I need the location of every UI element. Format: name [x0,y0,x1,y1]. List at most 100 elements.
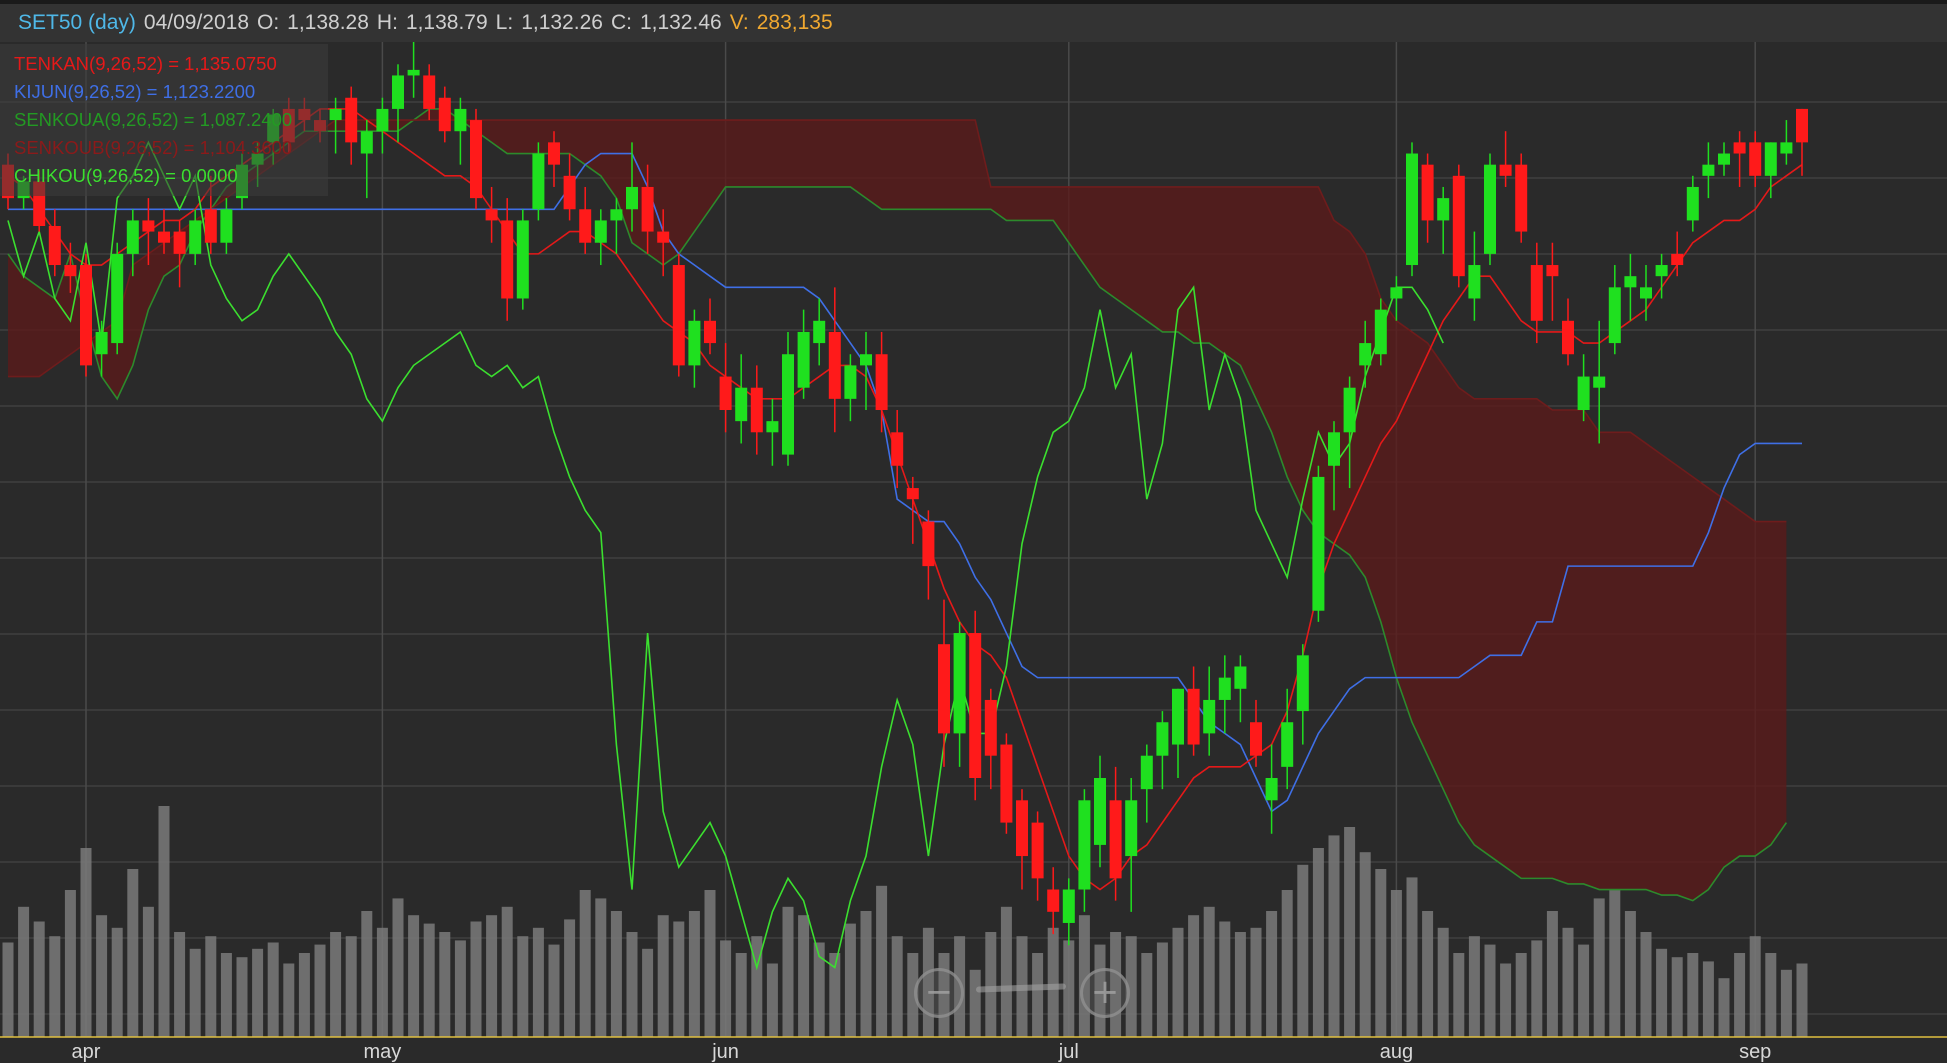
candle-body [1608,287,1621,344]
volume-bar [1515,953,1527,1037]
low-label: L: [495,11,514,34]
high-label: H: [376,11,398,34]
candle-body [1234,666,1247,689]
volume-bar [283,963,295,1037]
candle-body [516,220,529,299]
volume-bar [345,936,357,1037]
volume-bar [1453,953,1465,1037]
candle-body [204,209,217,243]
x-tick-label: aug [1380,1041,1413,1063]
candle-body [641,186,654,232]
volume-label: V: [729,11,749,34]
volume-bar [1328,835,1340,1037]
volume-bar [720,940,732,1037]
candle-body [719,376,732,410]
candle-body [1749,142,1762,176]
candle-body [1624,276,1637,288]
candle-body [454,108,467,132]
volume-bar [1718,978,1730,1037]
candle-body [1686,186,1699,221]
candle-body [1733,142,1746,154]
volume-bar [1531,940,1543,1037]
x-tick-label: may [364,1041,402,1063]
candle-body [1764,142,1777,176]
volume-bar [2,942,14,1037]
candle-body [953,633,966,734]
date-label: 04/09/2018 [143,11,249,34]
volume-bar [564,919,576,1037]
candle-body [1296,655,1309,712]
volume-bar [423,923,435,1037]
volume-bar [1562,927,1574,1037]
candle-body [969,633,982,778]
volume-bar [532,927,544,1037]
candle-body [875,354,888,410]
volume-bar [1780,969,1792,1037]
zoom-in-button[interactable]: + [1080,968,1130,1018]
volume-bar [844,923,856,1037]
candle-body [345,97,358,143]
candle-body [1780,142,1793,154]
candle-body [1187,688,1200,745]
volume-bar [1749,936,1761,1037]
volume-bar [860,911,872,1037]
candle-body [626,186,638,210]
candle-body [158,231,170,243]
x-tick-label: jun [711,1041,739,1063]
open-label: O: [257,11,280,34]
volume-bar [766,963,778,1037]
volume-bar [1546,911,1558,1037]
volume-bar [1468,936,1480,1037]
candle-body [579,209,592,243]
volume-bar [1032,953,1044,1037]
candle-body [126,220,139,254]
volume-bar [1203,906,1215,1037]
legend-tenkan: TENKAN(9,26,52) = 1,135.0750 [14,53,277,74]
candle-body [938,644,950,734]
volume-bar [1266,911,1278,1037]
candle-body [1374,309,1387,355]
candle-body [672,265,685,366]
volume-bar [985,932,997,1037]
candle-body [392,75,404,109]
legend-kijun: KIJUN(9,26,52) = 1,123.2200 [14,81,256,102]
volume-bar [174,932,186,1037]
candle-body [1437,198,1450,221]
volume-bar [1406,877,1418,1037]
candle-body [797,331,810,388]
candle-body [64,265,77,277]
volume-bar [1671,957,1683,1037]
volume-value: 283,135 [756,11,833,34]
volume-bar [158,806,170,1037]
volume-bar [142,906,154,1037]
candle-body [189,220,202,254]
volume-bar [236,957,248,1037]
chart-header: SET50 (day) 04/09/2018 O: 1,138.28 H: 1,… [0,0,1947,42]
high-value: 1,138.79 [405,11,488,34]
volume-bar [392,898,404,1037]
volume-bar [548,944,560,1037]
candle-body [1702,164,1715,176]
candle-body [48,226,61,266]
candle-body [1655,265,1668,277]
candle-body [1312,476,1325,611]
volume-bar [330,932,342,1037]
candle-body [1125,800,1138,857]
zoom-out-button[interactable]: − [914,968,964,1018]
volume-bar [189,948,201,1037]
candle-body [1640,287,1652,299]
legend-senkou-b: SENKOUB(9,26,52) = 1,104.3600 [14,137,293,158]
candle-body [735,387,748,422]
candle-body [1499,164,1512,176]
candle-body [438,97,451,132]
volume-bar [64,890,76,1037]
volume-bar [891,936,903,1037]
volume-bar [610,911,622,1037]
candle-body [1343,387,1356,433]
candle-body [80,265,92,366]
volume-bar [298,953,310,1037]
candle-body [813,320,826,344]
volume-bar [1422,911,1434,1037]
candle-body [1421,164,1434,221]
candle-body [1109,800,1122,879]
